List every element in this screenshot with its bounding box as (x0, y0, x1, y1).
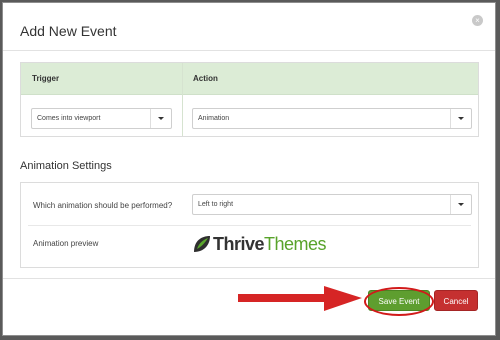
animation-settings-panel: Which animation should be performed? Lef… (20, 182, 479, 268)
title-divider (3, 50, 495, 51)
close-icon[interactable]: × (472, 15, 483, 26)
trigger-select-value: Comes into viewport (37, 115, 101, 122)
chevron-down-icon[interactable] (450, 195, 471, 214)
chevron-down-icon[interactable] (150, 109, 171, 128)
column-divider (182, 63, 183, 136)
event-table: Trigger Action Comes into viewport Anima… (20, 62, 479, 137)
animation-select-value: Left to right (198, 201, 234, 208)
action-header: Action (193, 74, 218, 83)
leaf-icon (194, 236, 210, 252)
animation-settings-heading: Animation Settings (20, 160, 112, 172)
row-divider (28, 225, 471, 226)
event-table-header: Trigger Action (21, 63, 478, 95)
animation-question-label: Which animation should be performed? (33, 201, 173, 210)
animation-preview-label: Animation preview (33, 239, 99, 248)
animation-select[interactable]: Left to right (192, 194, 472, 215)
annotation-arrow-icon (238, 286, 362, 311)
logo-text-thrive: Thrive (213, 234, 265, 254)
trigger-header: Trigger (32, 74, 60, 83)
chevron-down-icon[interactable] (450, 109, 471, 128)
action-select-value: Animation (198, 115, 230, 122)
highlight-circle (364, 287, 434, 316)
logo-text-themes: Themes (264, 234, 327, 254)
logo-text: ThriveThemes (213, 234, 327, 255)
trigger-select[interactable]: Comes into viewport (31, 108, 172, 129)
action-select[interactable]: Animation (192, 108, 472, 129)
dialog-title: Add New Event (20, 23, 117, 39)
cancel-button[interactable]: Cancel (434, 290, 478, 311)
footer-divider (3, 278, 495, 279)
